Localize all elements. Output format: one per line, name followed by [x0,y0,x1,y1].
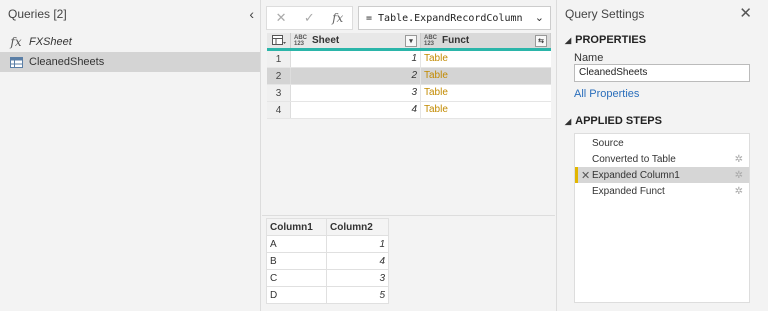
cancel-icon[interactable]: ✕ [276,10,287,26]
column-header-sheet[interactable]: ABC 123 Sheet ▾ [291,33,421,48]
formula-text[interactable]: = Table.ExpandRecordColumn [366,13,523,24]
data-grid: ABC 123 Sheet ▾ ABC 123 Funct ⇆ 1 1 Table … [267,33,551,119]
collapse-triangle-icon: ◢ [565,36,572,45]
preview-row: D 5 [266,286,389,304]
table-row[interactable]: 2 2 Table [267,68,551,85]
grid-header-row: ABC 123 Sheet ▾ ABC 123 Funct ⇆ [267,33,551,51]
queries-header: Queries [2] [8,7,67,21]
cell-funct[interactable]: Table [421,51,551,67]
gear-icon[interactable]: ✲ [735,186,743,197]
delete-step-icon[interactable]: ✕ [581,169,590,182]
settings-title: Query Settings [565,7,645,21]
column-header-funct[interactable]: ABC 123 Funct ⇆ [421,33,551,48]
column-header-label: Funct [442,35,470,46]
table-menu-icon[interactable] [267,33,291,48]
step-label: Expanded Funct [592,185,665,197]
column-header-label: Sheet [312,35,340,46]
preview-cell: C [266,269,327,287]
preview-cell: 4 [326,252,389,270]
formula-bar[interactable]: = Table.ExpandRecordColumn ⌄ [358,6,551,30]
preview-cell: 3 [326,269,389,287]
chevron-down-icon[interactable]: ⌄ [535,11,544,24]
queries-pane: Queries [2] ‹ fx FXSheet CleanedSheets [0,0,261,311]
properties-section-header[interactable]: ◢ PROPERTIES [565,34,646,46]
preview-cell: 5 [326,286,389,304]
table-icon [8,56,24,68]
step-expanded-column1[interactable]: ✕ Expanded Column1 ✲ [575,167,749,183]
all-properties-link[interactable]: All Properties [574,88,639,100]
fx-icon: fx [10,35,22,49]
cell-funct[interactable]: Table [421,85,551,101]
data-preview-area: ✕ ✓ fx = Table.ExpandRecordColumn ⌄ ABC 1… [262,0,555,311]
preview-cell: D [266,286,327,304]
collapse-chevron-icon[interactable]: ‹ [249,6,254,22]
cell-preview-table: Column1 Column2 A 1 B 4 C 3 D 5 [266,218,389,304]
preview-header-row: Column1 Column2 [266,218,389,236]
step-converted-to-table[interactable]: Converted to Table ✲ [575,151,749,167]
preview-row: A 1 [266,235,389,253]
section-label: APPLIED STEPS [575,115,662,127]
row-number: 3 [267,85,291,101]
formula-toolbar: ✕ ✓ fx [266,6,353,30]
preview-row: C 3 [266,269,389,287]
preview-cell: B [266,252,327,270]
preview-cell: 1 [326,235,389,253]
preview-cell: A [266,235,327,253]
name-label: Name [574,52,604,64]
confirm-icon[interactable]: ✓ [304,10,315,26]
collapse-triangle-icon: ◢ [565,117,572,126]
query-item-label: CleanedSheets [29,56,105,68]
preview-divider[interactable] [262,215,555,216]
cell-funct[interactable]: Table [421,102,551,118]
fx-icon[interactable]: fx [332,11,343,25]
step-source[interactable]: Source [575,135,749,151]
filter-dropdown-icon[interactable]: ▾ [405,35,417,47]
any-type-icon[interactable]: ABC 123 [294,35,307,47]
type-badge-bottom: 123 [424,40,435,47]
applied-steps-list: Source Converted to Table ✲ ✕ Expanded C… [574,133,750,303]
any-type-icon[interactable]: ABC 123 [424,35,437,47]
step-expanded-funct[interactable]: Expanded Funct ✲ [575,183,749,199]
row-number: 1 [267,51,291,67]
query-item-cleanedsheets[interactable]: CleanedSheets [0,52,260,72]
cell-sheet[interactable]: 2 [291,68,421,84]
query-item-label: FXSheet [29,36,72,48]
close-icon[interactable]: ✕ [739,4,752,22]
step-label: Converted to Table [592,153,676,165]
table-row[interactable]: 4 4 Table [267,102,551,119]
row-number: 2 [267,68,291,84]
table-row[interactable]: 1 1 Table [267,51,551,68]
preview-column-header: Column2 [326,218,389,236]
cell-sheet[interactable]: 3 [291,85,421,101]
gear-icon[interactable]: ✲ [735,154,743,165]
preview-column-header: Column1 [266,218,327,236]
table-row[interactable]: 3 3 Table [267,85,551,102]
type-badge-bottom: 123 [294,40,305,47]
cell-sheet[interactable]: 4 [291,102,421,118]
gear-icon[interactable]: ✲ [735,170,743,181]
step-label: Expanded Column1 [592,169,680,181]
step-label: Source [592,137,624,149]
row-number: 4 [267,102,291,118]
cell-funct[interactable]: Table [421,68,551,84]
preview-row: B 4 [266,252,389,270]
expand-column-icon[interactable]: ⇆ [535,35,547,47]
section-label: PROPERTIES [575,34,647,46]
name-field[interactable]: CleanedSheets [574,64,750,82]
cell-sheet[interactable]: 1 [291,51,421,67]
query-item-fxsheet[interactable]: fx FXSheet [0,32,260,52]
query-settings-pane: Query Settings ✕ ◢ PROPERTIES Name Cleane… [556,0,768,311]
applied-steps-section-header[interactable]: ◢ APPLIED STEPS [565,115,662,127]
